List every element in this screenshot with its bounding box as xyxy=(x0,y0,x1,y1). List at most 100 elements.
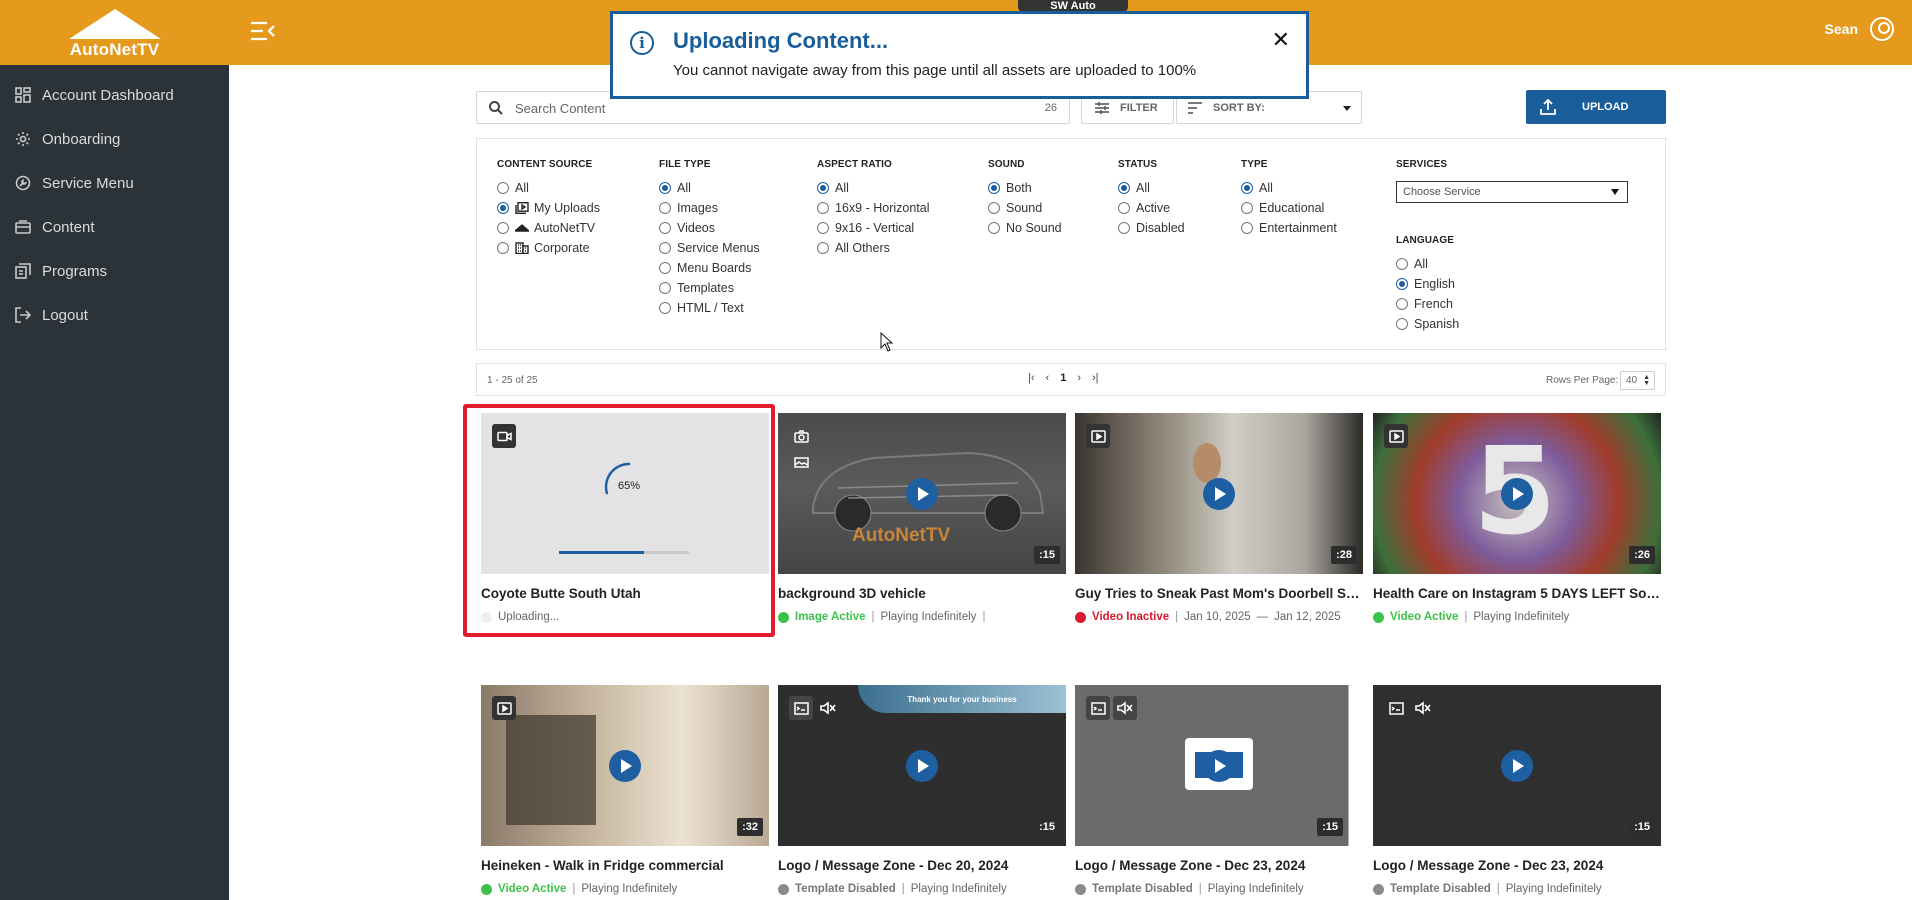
autonettv-logo[interactable]: AutoNetTV xyxy=(0,0,229,65)
radio-file-type-templates[interactable]: Templates xyxy=(659,278,760,298)
menu-collapse-icon[interactable] xyxy=(250,20,276,42)
radio-content-source-all[interactable]: All xyxy=(497,178,600,198)
radio-language-spanish[interactable]: Spanish xyxy=(1396,314,1459,334)
content-card[interactable]: :15 Logo / Message Zone - Dec 23, 2024 T… xyxy=(1075,685,1363,895)
radio-button[interactable] xyxy=(1396,278,1408,290)
card-thumbnail[interactable]: Thank you for your business :15 xyxy=(778,685,1066,846)
card-thumbnail[interactable]: :32 xyxy=(481,685,769,846)
prev-page-icon[interactable]: ‹ xyxy=(1046,372,1050,384)
search-input[interactable] xyxy=(515,98,985,118)
radio-button[interactable] xyxy=(988,182,1000,194)
sidebar-item-logout[interactable]: Logout xyxy=(0,293,229,337)
play-icon[interactable] xyxy=(906,749,938,782)
radio-button[interactable] xyxy=(1241,202,1253,214)
play-icon[interactable] xyxy=(1501,749,1533,782)
current-page[interactable]: 1 xyxy=(1060,372,1066,384)
radio-type-all[interactable]: All xyxy=(1241,178,1337,198)
radio-aspect-all-others[interactable]: All Others xyxy=(817,238,930,258)
radio-type-entertainment[interactable]: Entertainment xyxy=(1241,218,1337,238)
radio-file-type-videos[interactable]: Videos xyxy=(659,218,760,238)
card-thumbnail[interactable]: AutoNetTV :15 xyxy=(778,413,1066,574)
radio-button[interactable] xyxy=(659,242,671,254)
radio-content-source-corporate[interactable]: Corporate xyxy=(497,238,600,258)
radio-button[interactable] xyxy=(659,282,671,294)
play-icon[interactable] xyxy=(1501,477,1533,510)
radio-language-english[interactable]: English xyxy=(1396,274,1459,294)
radio-aspect-all[interactable]: All xyxy=(817,178,930,198)
content-card[interactable]: 5 :26 Health Care on Instagram 5 DAYS LE… xyxy=(1373,413,1661,623)
radio-button[interactable] xyxy=(659,222,671,234)
radio-button[interactable] xyxy=(1118,202,1130,214)
radio-button[interactable] xyxy=(1396,298,1408,310)
content-card[interactable]: :15 Logo / Message Zone - Dec 23, 2024 T… xyxy=(1373,685,1661,895)
radio-aspect-16x9[interactable]: 16x9 - Horizontal xyxy=(817,198,930,218)
radio-button[interactable] xyxy=(659,302,671,314)
radio-button[interactable] xyxy=(1396,318,1408,330)
content-card[interactable]: AutoNetTV :15 background 3D vehicle Imag… xyxy=(778,413,1066,623)
radio-button[interactable] xyxy=(1241,182,1253,194)
radio-content-source-autonettv[interactable]: AutoNetTV xyxy=(497,218,600,238)
card-thumbnail[interactable]: :15 xyxy=(1373,685,1661,846)
upload-button[interactable]: UPLOAD xyxy=(1526,90,1666,124)
radio-content-source-my-uploads[interactable]: My Uploads xyxy=(497,198,600,218)
radio-type-educational[interactable]: Educational xyxy=(1241,198,1337,218)
sidebar-item-programs[interactable]: Programs xyxy=(0,249,229,293)
content-card[interactable]: :32 Heineken - Walk in Fridge commercial… xyxy=(481,685,769,895)
sidebar-item-account-dashboard[interactable]: Account Dashboard xyxy=(0,73,229,117)
close-icon[interactable]: ✕ xyxy=(1272,27,1290,53)
radio-button[interactable] xyxy=(988,202,1000,214)
sidebar-item-service-menu[interactable]: Service Menu xyxy=(0,161,229,205)
radio-file-type-all[interactable]: All xyxy=(659,178,760,198)
sidebar-item-onboarding[interactable]: Onboarding xyxy=(0,117,229,161)
radio-status-all[interactable]: All xyxy=(1118,178,1185,198)
card-title[interactable]: Guy Tries to Sneak Past Mom's Doorbell S… xyxy=(1075,586,1363,601)
card-title[interactable]: Health Care on Instagram 5 DAYS LEFT Son… xyxy=(1373,586,1661,601)
radio-button[interactable] xyxy=(497,202,509,214)
content-card[interactable]: Thank you for your business :15 Logo / M… xyxy=(778,685,1066,895)
radio-file-type-service-menus[interactable]: Service Menus xyxy=(659,238,760,258)
card-title[interactable]: Coyote Butte South Utah xyxy=(481,586,769,601)
user-avatar-icon[interactable] xyxy=(1870,17,1894,41)
next-page-icon[interactable]: › xyxy=(1077,372,1081,384)
play-icon[interactable] xyxy=(609,749,641,782)
radio-sound-sound[interactable]: Sound xyxy=(988,198,1062,218)
card-title[interactable]: Heineken - Walk in Fridge commercial xyxy=(481,858,769,873)
card-title[interactable]: Logo / Message Zone - Dec 23, 2024 xyxy=(1373,858,1661,873)
card-thumbnail[interactable]: 5 :26 xyxy=(1373,413,1661,574)
first-page-icon[interactable]: |‹ xyxy=(1028,372,1035,384)
radio-button[interactable] xyxy=(988,222,1000,234)
radio-button[interactable] xyxy=(659,202,671,214)
radio-button[interactable] xyxy=(659,262,671,274)
radio-language-french[interactable]: French xyxy=(1396,294,1459,314)
content-card[interactable]: 65% Coyote Butte South Utah Uploading... xyxy=(481,413,769,623)
radio-button[interactable] xyxy=(817,202,829,214)
radio-aspect-9x16[interactable]: 9x16 - Vertical xyxy=(817,218,930,238)
radio-sound-no-sound[interactable]: No Sound xyxy=(988,218,1062,238)
card-thumbnail[interactable]: 65% xyxy=(481,413,769,574)
radio-button[interactable] xyxy=(817,242,829,254)
play-icon[interactable] xyxy=(906,477,938,510)
radio-button[interactable] xyxy=(497,182,509,194)
radio-button[interactable] xyxy=(497,242,509,254)
radio-file-type-html-text[interactable]: HTML / Text xyxy=(659,298,760,318)
radio-sound-both[interactable]: Both xyxy=(988,178,1062,198)
services-select[interactable]: Choose Service xyxy=(1396,181,1628,203)
sidebar-item-content[interactable]: Content xyxy=(0,205,229,249)
radio-button[interactable] xyxy=(817,222,829,234)
radio-button[interactable] xyxy=(1241,222,1253,234)
radio-button[interactable] xyxy=(659,182,671,194)
card-thumbnail[interactable]: :15 xyxy=(1075,685,1363,846)
radio-button[interactable] xyxy=(817,182,829,194)
radio-button[interactable] xyxy=(1118,222,1130,234)
radio-language-all[interactable]: All xyxy=(1396,254,1459,274)
last-page-icon[interactable]: ›| xyxy=(1092,372,1099,384)
rows-per-page-select[interactable]: 40 ▲ ▼ xyxy=(1620,371,1655,390)
card-title[interactable]: Logo / Message Zone - Dec 20, 2024 xyxy=(778,858,1066,873)
radio-status-disabled[interactable]: Disabled xyxy=(1118,218,1185,238)
card-title[interactable]: Logo / Message Zone - Dec 23, 2024 xyxy=(1075,858,1363,873)
radio-file-type-menu-boards[interactable]: Menu Boards xyxy=(659,258,760,278)
radio-file-type-images[interactable]: Images xyxy=(659,198,760,218)
play-icon[interactable] xyxy=(1203,749,1235,782)
card-thumbnail[interactable]: :28 xyxy=(1075,413,1363,574)
radio-button[interactable] xyxy=(497,222,509,234)
